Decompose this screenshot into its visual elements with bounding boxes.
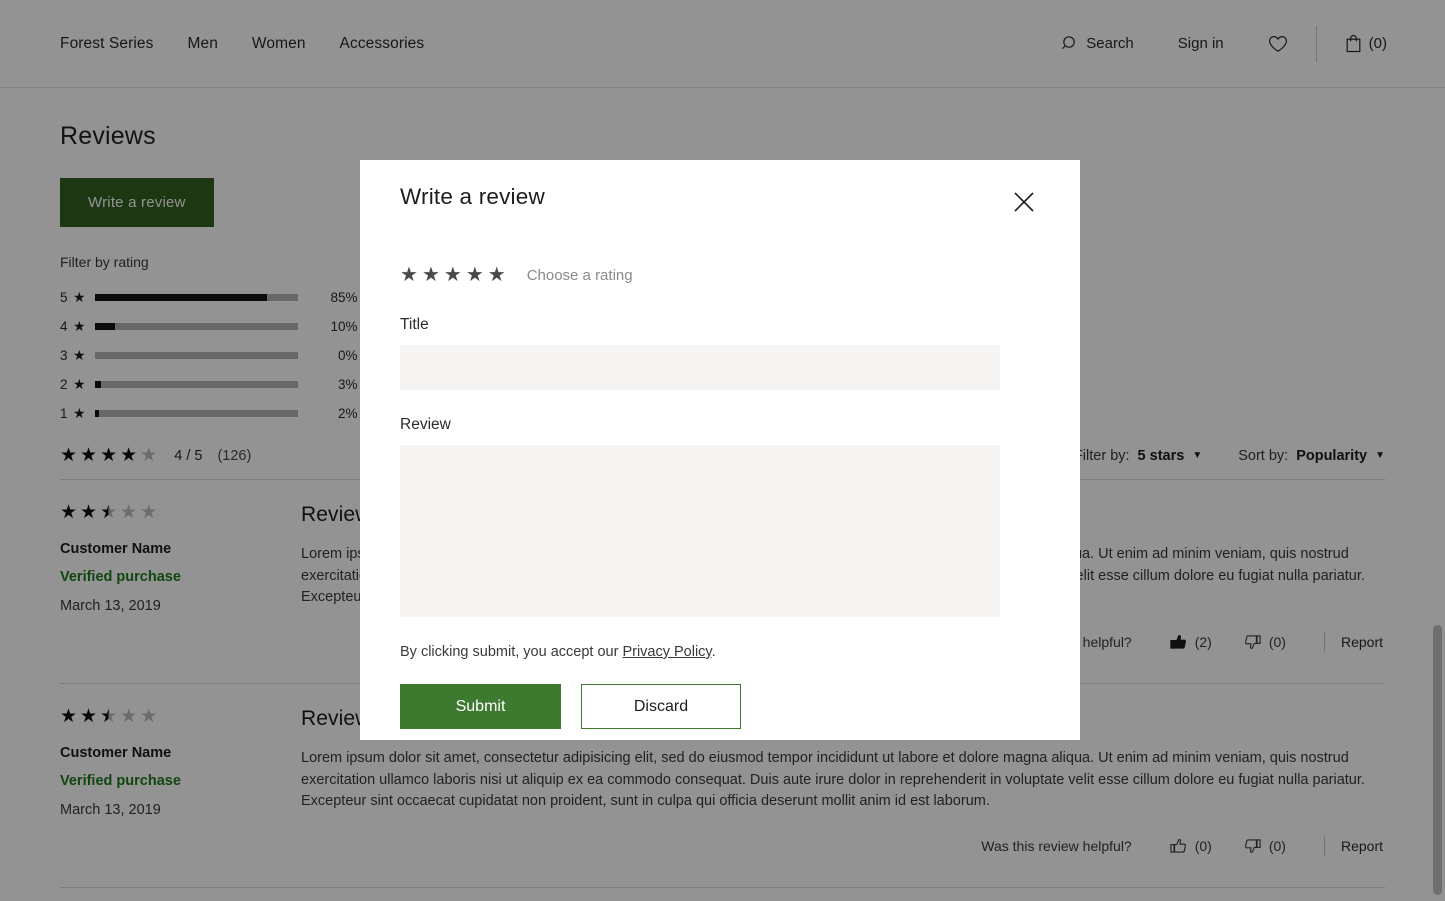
- legal-prefix: By clicking submit, you accept our: [400, 644, 622, 660]
- review-title-input[interactable]: [400, 345, 1000, 390]
- dialog-actions: Submit Discard: [400, 684, 1040, 729]
- submit-button[interactable]: Submit: [400, 684, 561, 729]
- title-field-group: Title: [400, 316, 1040, 390]
- legal-suffix: .: [712, 644, 716, 660]
- title-field-label: Title: [400, 316, 429, 333]
- star-icon[interactable]: ★: [466, 265, 484, 285]
- privacy-policy-link[interactable]: Privacy Policy: [622, 644, 711, 660]
- review-field-label: Review: [400, 416, 451, 433]
- dialog-title: Write a review: [400, 184, 545, 210]
- scrollbar-thumb[interactable]: [1433, 625, 1442, 895]
- close-icon[interactable]: [1008, 186, 1040, 218]
- review-body-textarea[interactable]: [400, 445, 1000, 617]
- dialog-header: Write a review: [400, 160, 1040, 218]
- star-icon[interactable]: ★: [422, 265, 440, 285]
- review-field-group: Review: [400, 416, 1040, 617]
- star-icon[interactable]: ★: [444, 265, 462, 285]
- rating-picker-stars[interactable]: ★★★★★: [400, 265, 506, 285]
- rating-picker: ★★★★★ Choose a rating: [400, 265, 1040, 285]
- rating-picker-label: Choose a rating: [527, 267, 633, 284]
- page-scrollbar[interactable]: [1430, 88, 1445, 901]
- legal-notice: By clicking submit, you accept our Priva…: [400, 644, 1040, 660]
- star-icon[interactable]: ★: [400, 265, 418, 285]
- write-review-dialog: Write a review ★★★★★ Choose a rating Tit…: [360, 160, 1080, 740]
- star-icon[interactable]: ★: [488, 265, 506, 285]
- discard-button[interactable]: Discard: [581, 684, 741, 729]
